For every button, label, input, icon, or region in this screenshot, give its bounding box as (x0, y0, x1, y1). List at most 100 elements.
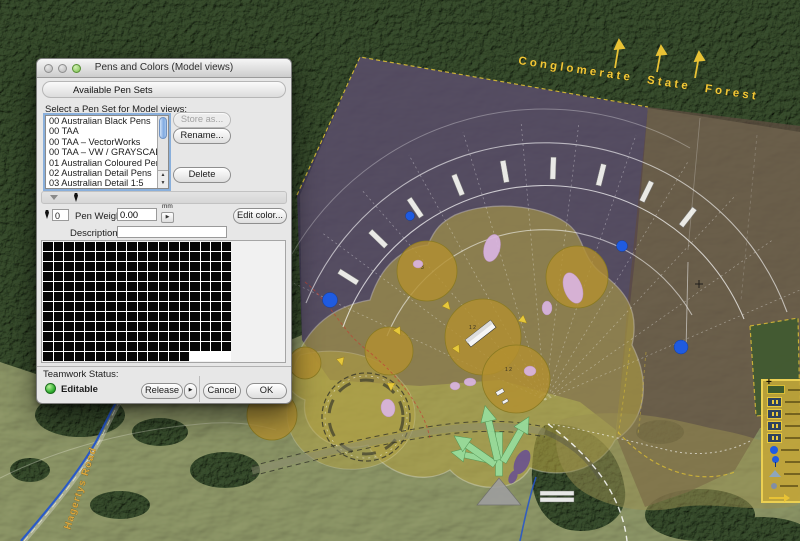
description-input[interactable] (117, 226, 227, 238)
pen-color-swatch[interactable] (64, 332, 74, 341)
pen-color-swatch[interactable] (221, 322, 231, 331)
pen-color-swatch[interactable] (158, 302, 168, 311)
pen-color-swatch[interactable] (190, 332, 200, 341)
pen-color-swatch[interactable] (43, 352, 53, 361)
pen-color-swatch[interactable] (53, 352, 63, 361)
pen-color-swatch[interactable] (95, 282, 105, 291)
release-menu-button[interactable]: ▶ (184, 383, 197, 399)
pen-set-item[interactable]: 00 TAA – VectorWorks (46, 137, 157, 147)
pen-color-swatch[interactable] (85, 262, 95, 271)
pen-color-swatch[interactable] (211, 252, 221, 261)
pen-color-swatch[interactable] (43, 282, 53, 291)
pen-color-swatch[interactable] (64, 252, 74, 261)
disclosure-triangle-icon[interactable] (50, 195, 58, 200)
pen-color-swatch[interactable] (106, 242, 116, 251)
pen-color-swatch[interactable] (64, 302, 74, 311)
pen-color-swatch[interactable] (106, 332, 116, 341)
pen-color-swatch[interactable] (200, 332, 210, 341)
pen-color-swatch[interactable] (106, 262, 116, 271)
pen-color-swatch[interactable] (85, 272, 95, 281)
pen-swatch-grid[interactable] (43, 242, 231, 361)
pen-color-swatch[interactable] (74, 352, 84, 361)
pen-set-list[interactable]: 00 Australian Black Pens 00 TAA 00 TAA – V… (46, 116, 157, 188)
pen-color-swatch[interactable] (137, 332, 147, 341)
pen-color-swatch[interactable] (190, 302, 200, 311)
pen-color-swatch[interactable] (169, 292, 179, 301)
pen-color-swatch[interactable] (43, 312, 53, 321)
pen-color-swatch[interactable] (127, 262, 137, 271)
pen-color-swatch[interactable] (127, 352, 137, 361)
pen-color-swatch[interactable] (179, 262, 189, 271)
pen-color-swatch[interactable] (53, 262, 63, 271)
pen-color-swatch[interactable] (148, 322, 158, 331)
pen-color-swatch[interactable] (116, 342, 126, 351)
pen-color-swatch[interactable] (169, 312, 179, 321)
pen-color-swatch[interactable] (190, 252, 200, 261)
pen-color-swatch[interactable] (179, 282, 189, 291)
pen-color-swatch[interactable] (85, 342, 95, 351)
pen-color-swatch[interactable] (200, 302, 210, 311)
delete-button[interactable]: Delete (173, 167, 231, 183)
pen-color-swatch[interactable] (148, 312, 158, 321)
pen-color-swatch[interactable] (116, 282, 126, 291)
pen-color-swatch[interactable] (116, 332, 126, 341)
pen-color-swatch[interactable] (85, 312, 95, 321)
pen-color-swatch[interactable] (127, 292, 137, 301)
pen-color-swatch[interactable] (148, 242, 158, 251)
pen-color-swatch[interactable] (169, 322, 179, 331)
pen-color-swatch[interactable] (74, 302, 84, 311)
pen-color-swatch[interactable] (43, 252, 53, 261)
pen-color-swatch[interactable] (127, 252, 137, 261)
pen-color-swatch[interactable] (137, 242, 147, 251)
pen-color-swatch[interactable] (158, 312, 168, 321)
pen-color-swatch[interactable] (116, 352, 126, 361)
pen-color-swatch[interactable] (74, 252, 84, 261)
pen-color-swatch[interactable] (43, 332, 53, 341)
pen-color-swatch[interactable] (148, 262, 158, 271)
pen-set-item[interactable]: 01 Australian Coloured Pens (46, 158, 157, 168)
list-scrollbar[interactable]: ▲ ▼ (157, 116, 168, 188)
pen-color-swatch[interactable] (43, 272, 53, 281)
pen-color-swatch[interactable] (169, 272, 179, 281)
zoom-window-button[interactable] (72, 64, 81, 73)
pen-set-item[interactable]: 03 Australian Detail 1:5 (46, 178, 157, 188)
pen-color-swatch[interactable] (200, 282, 210, 291)
pen-color-swatch[interactable] (53, 282, 63, 291)
pen-color-swatch[interactable] (148, 352, 158, 361)
pen-color-swatch[interactable] (169, 352, 179, 361)
pen-color-swatch[interactable] (53, 312, 63, 321)
pen-color-swatch[interactable] (211, 262, 221, 271)
pen-color-swatch[interactable] (169, 282, 179, 291)
pen-color-swatch[interactable] (221, 332, 231, 341)
pen-set-item[interactable]: 00 Australian Black Pens (46, 116, 157, 126)
pen-color-swatch[interactable] (158, 342, 168, 351)
pen-color-swatch[interactable] (179, 322, 189, 331)
pen-color-swatch[interactable] (85, 242, 95, 251)
pen-color-swatch[interactable] (169, 342, 179, 351)
pen-color-swatch[interactable] (95, 272, 105, 281)
pen-color-swatch[interactable] (95, 252, 105, 261)
pen-color-swatch[interactable] (127, 242, 137, 251)
pen-color-swatch[interactable] (95, 292, 105, 301)
pen-color-swatch[interactable] (158, 252, 168, 261)
pen-color-swatch[interactable] (95, 352, 105, 361)
pen-color-swatch[interactable] (64, 322, 74, 331)
pen-color-swatch[interactable] (127, 312, 137, 321)
pen-color-swatch[interactable] (116, 302, 126, 311)
pen-color-swatch[interactable] (106, 322, 116, 331)
pen-set-item[interactable]: 02 Australian Detail Pens (46, 168, 157, 178)
pen-color-swatch[interactable] (137, 312, 147, 321)
pen-color-swatch[interactable] (158, 262, 168, 271)
pen-color-swatch[interactable] (200, 312, 210, 321)
pen-color-swatch[interactable] (221, 292, 231, 301)
pen-color-swatch[interactable] (53, 272, 63, 281)
pen-color-swatch[interactable] (53, 302, 63, 311)
pen-color-swatch[interactable] (190, 292, 200, 301)
minimize-window-button[interactable] (58, 64, 67, 73)
pen-color-swatch[interactable] (74, 332, 84, 341)
pen-color-swatch[interactable] (148, 342, 158, 351)
pen-color-swatch[interactable] (74, 262, 84, 271)
pen-color-swatch[interactable] (211, 312, 221, 321)
pen-set-item[interactable]: 00 TAA (46, 126, 157, 136)
scroll-down-icon[interactable]: ▼ (158, 179, 168, 187)
